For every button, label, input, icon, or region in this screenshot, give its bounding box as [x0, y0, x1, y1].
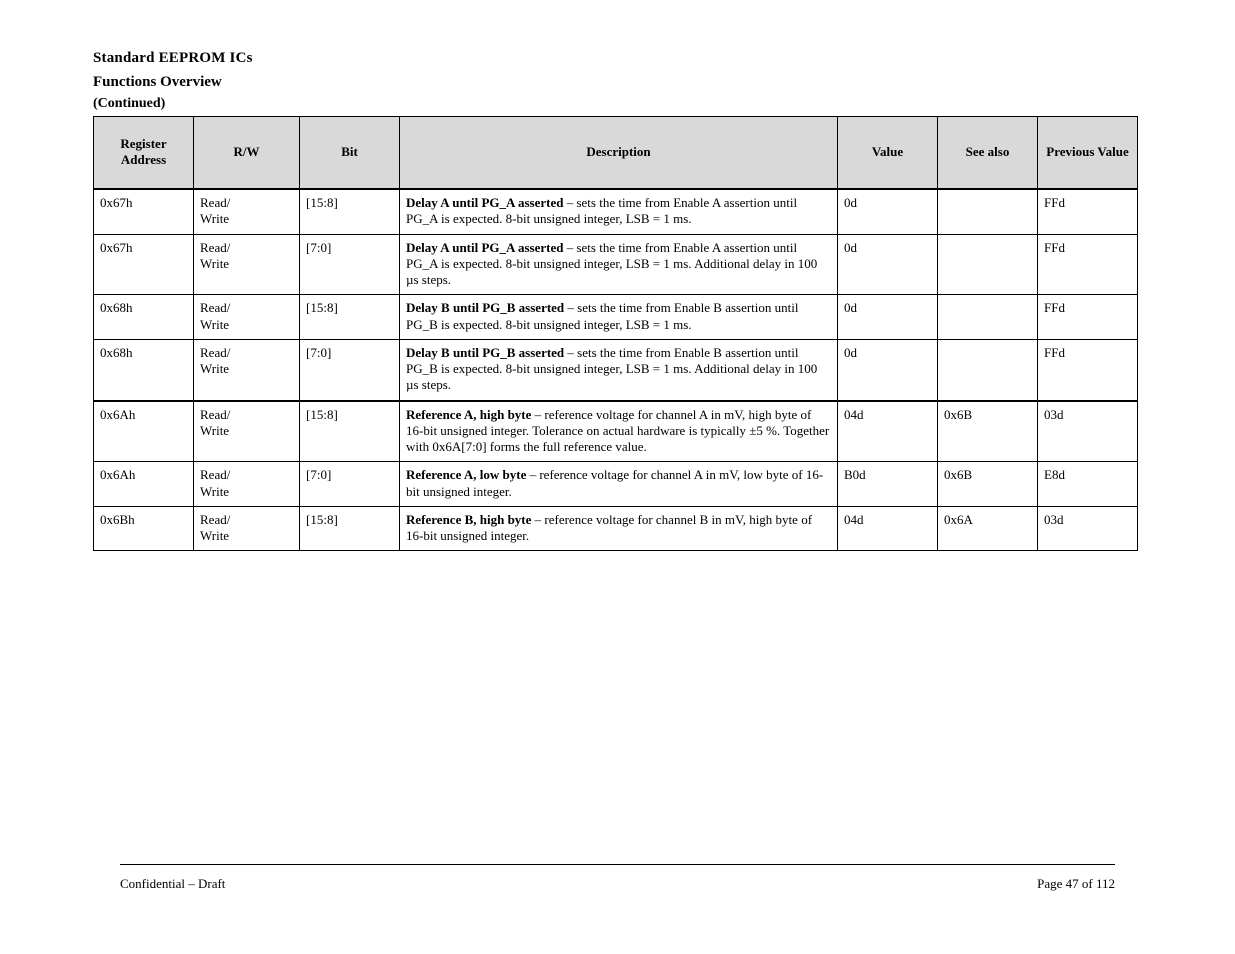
cell-value: B0d	[838, 462, 938, 507]
section-title: Functions Overview	[93, 74, 222, 91]
continued-label: (Continued)	[93, 96, 165, 112]
cell-bit: [15:8]	[300, 189, 400, 234]
cell-previous: FFd	[1038, 295, 1138, 340]
cell-seealso: 0x6B	[938, 462, 1038, 507]
cell-value: 04d	[838, 401, 938, 462]
cell-value: 0d	[838, 189, 938, 234]
cell-access: Read/Write	[194, 189, 300, 234]
footer-right: Page 47 of 112	[1037, 876, 1115, 892]
cell-seealso: 0x6B	[938, 401, 1038, 462]
col-header-previous: Previous Value	[1038, 117, 1138, 190]
cell-previous: FFd	[1038, 189, 1138, 234]
cell-access: Read/Write	[194, 401, 300, 462]
table-row: 0x6BhRead/Write[15:8]Reference B, high b…	[94, 506, 1138, 551]
cell-access: Read/Write	[194, 462, 300, 507]
cell-access: Read/Write	[194, 234, 300, 295]
cell-seealso	[938, 189, 1038, 234]
cell-value: 04d	[838, 506, 938, 551]
cell-previous: 03d	[1038, 506, 1138, 551]
cell-bit: [7:0]	[300, 234, 400, 295]
table-row: 0x67hRead/Write[7:0]Delay A until PG_A a…	[94, 234, 1138, 295]
cell-desc: Delay B until PG_B asserted – sets the t…	[400, 295, 838, 340]
cell-desc: Reference A, high byte – reference volta…	[400, 401, 838, 462]
col-header-desc: Description	[400, 117, 838, 190]
cell-previous: 03d	[1038, 401, 1138, 462]
cell-previous: FFd	[1038, 234, 1138, 295]
cell-value: 0d	[838, 339, 938, 400]
cell-previous: FFd	[1038, 339, 1138, 400]
table-row: 0x68hRead/Write[7:0]Delay B until PG_B a…	[94, 339, 1138, 400]
cell-address: 0x68h	[94, 339, 194, 400]
cell-seealso	[938, 234, 1038, 295]
cell-desc: Reference B, high byte – reference volta…	[400, 506, 838, 551]
col-header-bit: Bit	[300, 117, 400, 190]
table-header-row: Register Address R/W Bit Description Val…	[94, 117, 1138, 190]
table-row: 0x68hRead/Write[15:8]Delay B until PG_B …	[94, 295, 1138, 340]
table-row: 0x67hRead/Write[15:8]Delay A until PG_A …	[94, 189, 1138, 234]
cell-bit: [15:8]	[300, 401, 400, 462]
footer-left: Confidential – Draft	[120, 876, 225, 892]
cell-desc: Delay A until PG_A asserted – sets the t…	[400, 189, 838, 234]
cell-address: 0x6Bh	[94, 506, 194, 551]
cell-address: 0x67h	[94, 234, 194, 295]
table-row: 0x6AhRead/Write[15:8]Reference A, high b…	[94, 401, 1138, 462]
cell-address: 0x67h	[94, 189, 194, 234]
cell-seealso: 0x6A	[938, 506, 1038, 551]
cell-previous: E8d	[1038, 462, 1138, 507]
cell-value: 0d	[838, 234, 938, 295]
col-header-value: Value	[838, 117, 938, 190]
cell-bit: [15:8]	[300, 506, 400, 551]
cell-bit: [7:0]	[300, 339, 400, 400]
cell-access: Read/Write	[194, 339, 300, 400]
table-row: 0x6AhRead/Write[7:0]Reference A, low byt…	[94, 462, 1138, 507]
cell-address: 0x68h	[94, 295, 194, 340]
cell-address: 0x6Ah	[94, 401, 194, 462]
cell-bit: [7:0]	[300, 462, 400, 507]
col-header-seealso: See also	[938, 117, 1038, 190]
cell-access: Read/Write	[194, 295, 300, 340]
document-title: Standard EEPROM ICs	[93, 50, 253, 67]
cell-desc: Reference A, low byte – reference voltag…	[400, 462, 838, 507]
register-table: Register Address R/W Bit Description Val…	[93, 116, 1138, 551]
col-header-address: Register Address	[94, 117, 194, 190]
cell-access: Read/Write	[194, 506, 300, 551]
cell-seealso	[938, 339, 1038, 400]
cell-desc: Delay B until PG_B asserted – sets the t…	[400, 339, 838, 400]
cell-value: 0d	[838, 295, 938, 340]
cell-bit: [15:8]	[300, 295, 400, 340]
col-header-access: R/W	[194, 117, 300, 190]
cell-seealso	[938, 295, 1038, 340]
cell-desc: Delay A until PG_A asserted – sets the t…	[400, 234, 838, 295]
cell-address: 0x6Ah	[94, 462, 194, 507]
footer-rule	[120, 864, 1115, 865]
